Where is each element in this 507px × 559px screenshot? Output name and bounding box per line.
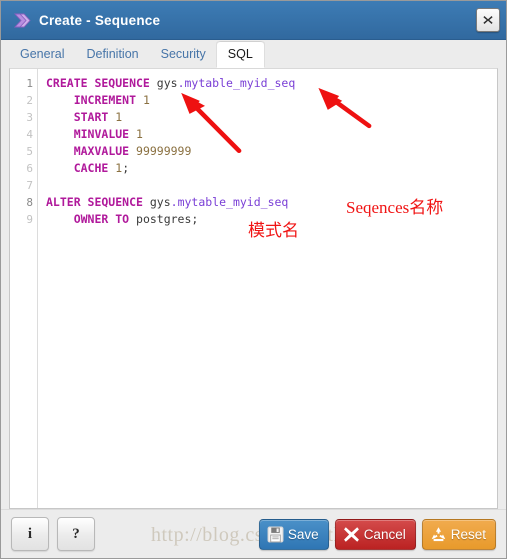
sql-code-line [46, 177, 497, 194]
reset-button-label: Reset [450, 526, 486, 542]
tab-definition[interactable]: Definition [75, 42, 149, 68]
sql-code-line: MINVALUE 1 [46, 126, 497, 143]
line-number-gutter: 1 2 3 4 5 6 7 8 9 [10, 69, 38, 508]
sql-code-line: CACHE 1; [46, 160, 497, 177]
sql-code-line: START 1 [46, 109, 497, 126]
sql-token: MINVALUE [73, 127, 137, 141]
sql-token: MAXVALUE [73, 144, 137, 158]
tab-security[interactable]: Security [150, 42, 217, 68]
line-number: 7 [26, 179, 33, 192]
info-button[interactable]: i [11, 517, 49, 551]
sql-token: 1 [136, 127, 143, 141]
sql-token: gys [149, 195, 171, 209]
sql-token: .mytable_myid_seq [170, 195, 289, 209]
line-number: 1 [26, 77, 33, 90]
x-mark-icon [343, 526, 359, 542]
sql-token: ALTER SEQUENCE [46, 195, 150, 209]
line-number: 3 [26, 111, 33, 124]
window-title: Create - Sequence [39, 12, 161, 28]
line-number: 5 [26, 145, 33, 158]
cancel-button-label: Cancel [363, 526, 406, 542]
sql-code-line: CREATE SEQUENCE gys.mytable_myid_seq [46, 75, 497, 92]
sql-pane-container: 1 2 3 4 5 6 7 8 9 CREATE SEQUENCE gys.my… [1, 68, 506, 509]
sql-token: 1 [142, 93, 150, 107]
create-sequence-dialog: Create - Sequence General Definition Sec… [0, 0, 507, 559]
sql-code-line: OWNER TO postgres; [46, 211, 497, 228]
sql-token: CREATE SEQUENCE [46, 76, 157, 90]
floppy-disk-icon [267, 526, 284, 542]
sequence-icon [11, 10, 31, 30]
sql-token: 99999999 [136, 144, 192, 158]
line-number: 6 [26, 162, 33, 175]
sql-code-line: INCREMENT 1 [46, 92, 497, 109]
sql-token: ; [122, 161, 130, 175]
dialog-footer: i ? http://blog.csdn.net/tthhoo116 Save [1, 509, 506, 558]
save-button-label: Save [287, 526, 319, 542]
reset-button[interactable]: Reset [421, 518, 496, 550]
sql-token: INCREMENT [73, 93, 143, 107]
cancel-button[interactable]: Cancel [334, 518, 416, 550]
tab-strip: General Definition Security SQL [1, 40, 506, 68]
footer-action-group: Save Cancel Reset [258, 518, 496, 550]
footer-left-group: i ? [11, 517, 95, 551]
save-button[interactable]: Save [258, 518, 329, 550]
sql-code-line: ALTER SEQUENCE gys.mytable_myid_seq [46, 194, 497, 211]
sql-token: OWNER TO [73, 212, 137, 226]
line-number: 2 [26, 94, 33, 107]
sql-code-text[interactable]: CREATE SEQUENCE gys.mytable_myid_seq INC… [38, 69, 497, 508]
sql-token: .mytable_myid_seq [177, 76, 296, 90]
sql-editor[interactable]: 1 2 3 4 5 6 7 8 9 CREATE SEQUENCE gys.my… [9, 68, 498, 509]
line-number: 9 [26, 213, 33, 226]
sql-token: postgres; [136, 212, 199, 226]
close-button[interactable] [476, 8, 500, 32]
close-icon [483, 16, 493, 24]
sql-token: CACHE [73, 161, 116, 175]
tab-sql[interactable]: SQL [216, 42, 264, 68]
line-number: 4 [26, 128, 33, 141]
sql-token: gys [156, 76, 178, 90]
sql-token: START [73, 110, 116, 124]
sql-code-line: MAXVALUE 99999999 [46, 143, 497, 160]
help-button[interactable]: ? [57, 517, 95, 551]
window-titlebar: Create - Sequence [1, 1, 506, 40]
recycle-icon [431, 526, 446, 541]
tab-general[interactable]: General [9, 42, 75, 68]
line-number: 8 [26, 196, 33, 209]
sql-token: 1 [115, 110, 123, 124]
